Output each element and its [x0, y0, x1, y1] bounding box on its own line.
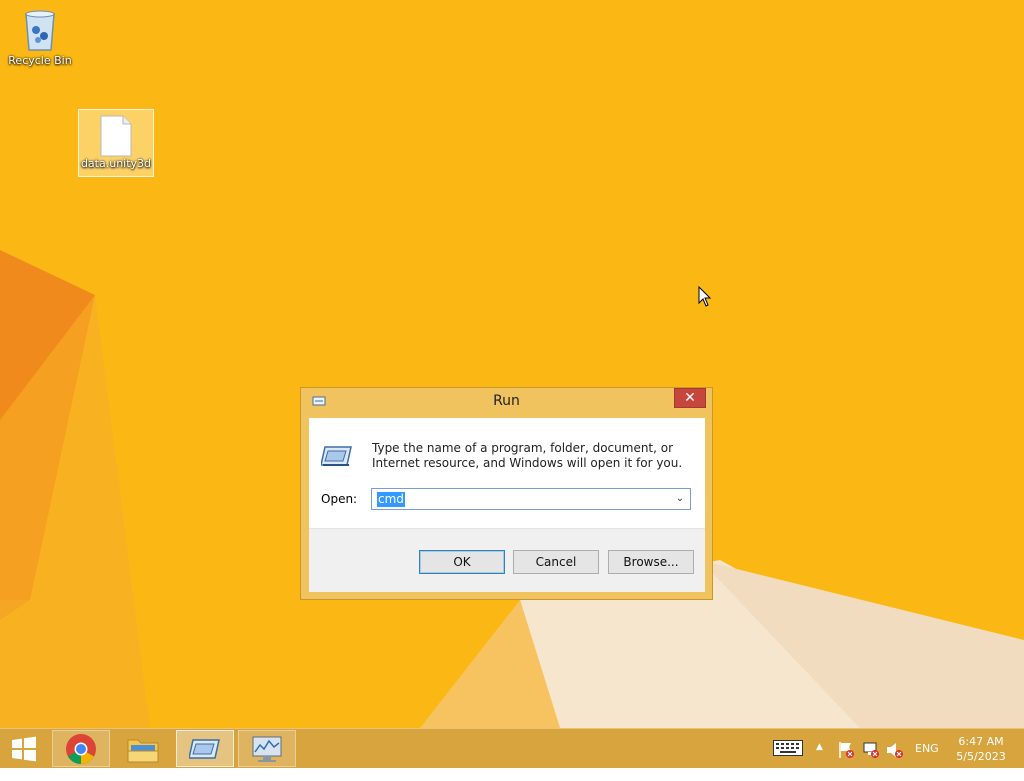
start-button[interactable] [0, 730, 48, 767]
taskbar-file-explorer[interactable] [114, 730, 172, 767]
keyboard-icon[interactable] [773, 740, 803, 779]
run-description: Type the name of a program, folder, docu… [372, 441, 683, 470]
taskbar-run[interactable] [176, 730, 234, 767]
ok-button[interactable]: OK [419, 550, 505, 574]
run-program-icon [321, 446, 352, 466]
blank-file-icon [100, 115, 132, 157]
action-center-flag-icon[interactable] [837, 741, 855, 780]
desktop: Recycle Bin data.unity3d Run ✕ Type the … [0, 0, 1024, 728]
recycle-bin-icon [25, 10, 55, 51]
chevron-down-icon[interactable]: ⌄ [672, 491, 688, 507]
taskbar-chrome[interactable] [52, 730, 110, 767]
open-combobox[interactable]: cmd ⌄ [371, 488, 691, 510]
network-icon[interactable] [862, 741, 880, 780]
chrome-icon [66, 733, 96, 764]
clock-time: 6:47 AM [958, 735, 1004, 748]
open-input-value[interactable]: cmd [377, 492, 405, 507]
clock-date: 5/5/2023 [956, 750, 1006, 763]
show-hidden-icons-button[interactable]: ▲ [816, 742, 823, 781]
clock[interactable]: 6:47 AM 5/5/2023 [946, 734, 1016, 773]
monitor-icon [252, 736, 282, 762]
browse-button[interactable]: Browse... [608, 550, 694, 574]
run-icon [189, 738, 220, 759]
data-unity3d-label: data.unity3d [80, 157, 152, 170]
run-dialog-title: Run [493, 393, 520, 409]
volume-muted-icon[interactable] [886, 741, 904, 780]
close-button[interactable]: ✕ [674, 388, 706, 408]
taskbar: ▲ ENG 6:47 AM 5/5/2023 [0, 728, 1024, 768]
mouse-cursor-icon [698, 286, 712, 307]
windows-logo-icon [12, 736, 36, 761]
cancel-button[interactable]: Cancel [513, 550, 599, 574]
run-dialog-body: Type the name of a program, folder, docu… [309, 418, 705, 592]
taskbar-resource-monitor[interactable] [238, 730, 296, 767]
run-dialog: Run ✕ Type the name of a program, folder… [300, 387, 713, 600]
recycle-bin-label: Recycle Bin [8, 54, 72, 67]
data-unity3d-desktop-icon[interactable]: data.unity3d [78, 109, 154, 177]
recycle-bin-desktop-icon[interactable]: Recycle Bin [2, 6, 78, 67]
language-indicator[interactable]: ENG [915, 742, 939, 781]
open-label: Open: [321, 492, 358, 506]
folder-icon [127, 739, 159, 762]
